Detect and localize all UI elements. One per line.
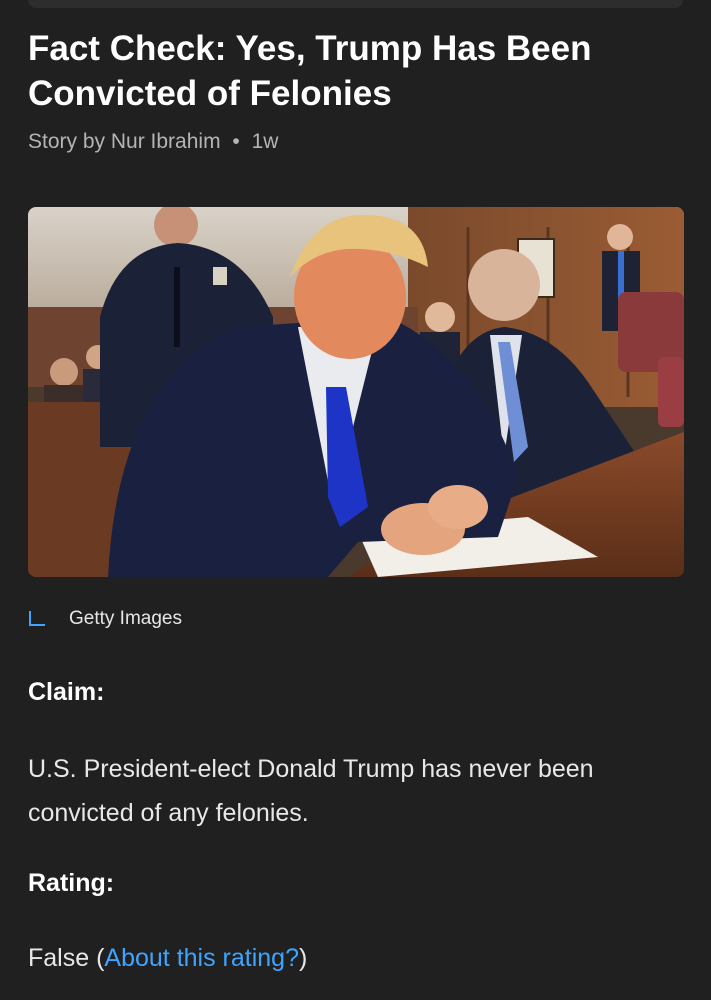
byline: Story by Nur Ibrahim • 1w: [28, 130, 278, 154]
article-age: 1w: [251, 130, 279, 153]
courtroom-photo-illustration: [28, 207, 684, 577]
article-photo[interactable]: [28, 207, 684, 577]
image-credit-text: Getty Images: [69, 608, 182, 629]
top-card-edge: [28, 0, 683, 8]
corner-bracket-icon: [28, 610, 46, 628]
about-rating-link[interactable]: About this rating?: [104, 944, 299, 972]
byline-separator: •: [232, 130, 240, 153]
rating-close-paren: ): [299, 944, 308, 972]
image-credit: Getty Images: [28, 604, 182, 634]
claim-label: Claim:: [28, 678, 105, 706]
rating-label: Rating:: [28, 869, 115, 897]
author-link[interactable]: Story by Nur Ibrahim: [28, 130, 221, 153]
article-title: Fact Check: Yes, Trump Has Been Convicte…: [28, 29, 592, 113]
claim-text: U.S. President-elect Donald Trump has ne…: [28, 755, 594, 827]
rating-value-line: False (About this rating?): [28, 936, 688, 980]
rating-value: False: [28, 944, 90, 972]
